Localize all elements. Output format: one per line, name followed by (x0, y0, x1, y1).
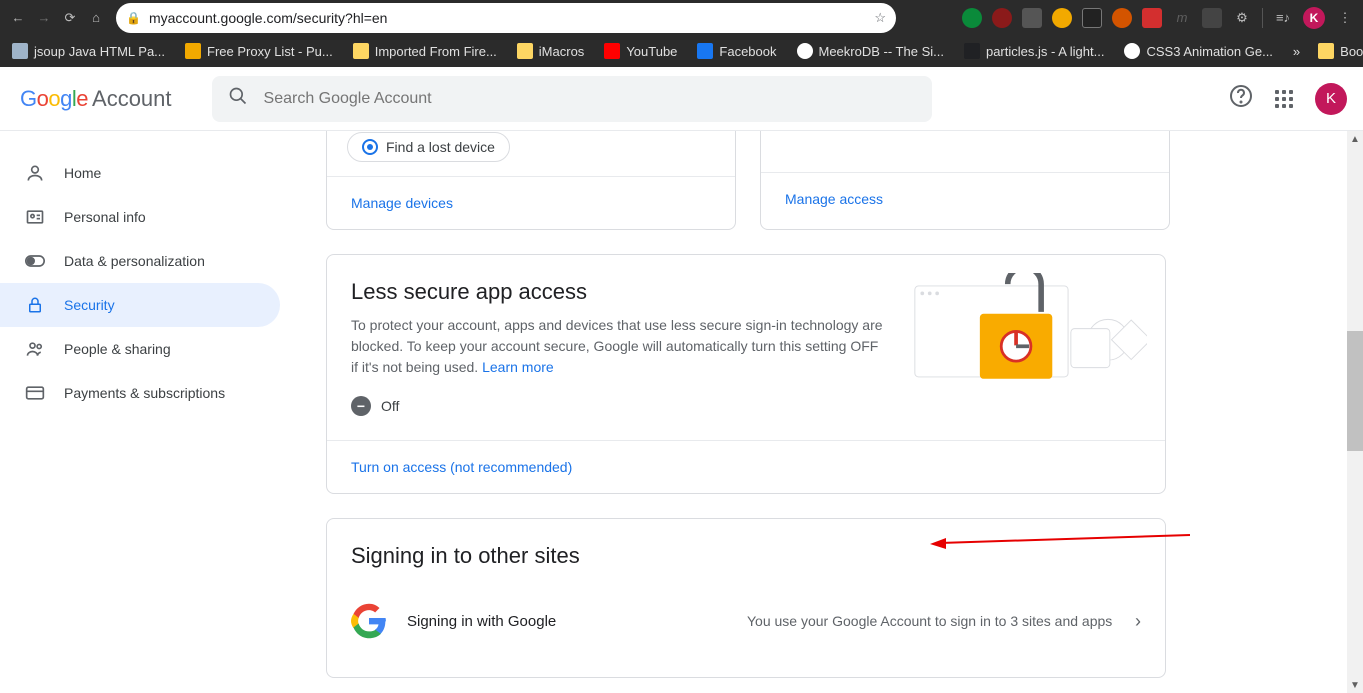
extension-icons: m ⚙ ≡♪ K ⋮ (962, 7, 1355, 29)
ext-icon[interactable] (992, 8, 1012, 28)
sidebar-item-payments[interactable]: Payments & subscriptions (0, 371, 280, 415)
ext-icon[interactable] (1052, 8, 1072, 28)
lsa-title: Less secure app access (351, 279, 885, 305)
ext-icon[interactable] (1022, 8, 1042, 28)
apps-icon[interactable] (1275, 90, 1293, 108)
browser-chrome: ← → ⟳ ⌂ 🔒 myaccount.google.com/security?… (0, 0, 1363, 67)
scrollbar-thumb[interactable] (1347, 331, 1363, 451)
lsa-illustration (887, 273, 1147, 388)
google-wordmark: Google (20, 86, 88, 112)
lock-icon: 🔒 (126, 11, 141, 25)
access-card: Manage access (760, 131, 1170, 230)
address-bar[interactable]: 🔒 myaccount.google.com/security?hl=en ☆ (116, 3, 896, 33)
sidebar-item-label: People & sharing (64, 341, 171, 357)
url-text: myaccount.google.com/security?hl=en (149, 10, 874, 26)
star-icon[interactable]: ☆ (874, 10, 886, 26)
main-content: Find a lost device Manage devices Manage… (280, 131, 1363, 693)
bookmark-item[interactable]: jsoup Java HTML Pa... (12, 43, 165, 59)
sidebar-item-label: Payments & subscriptions (64, 385, 225, 401)
sidebar-item-label: Security (64, 297, 115, 313)
off-icon: − (351, 396, 371, 416)
bookmarks-overflow[interactable]: » (1293, 44, 1300, 59)
search-box[interactable] (212, 76, 932, 122)
people-icon (24, 339, 46, 359)
signin-row-subtitle: You use your Google Account to sign in t… (747, 613, 1115, 629)
search-icon (228, 86, 248, 112)
search-input[interactable] (264, 90, 916, 108)
bookmark-item[interactable]: Imported From Fire... (353, 43, 497, 59)
signin-other-sites-card: Signing in to other sites Signing in wit… (326, 518, 1166, 678)
avatar[interactable]: K (1315, 83, 1347, 115)
profile-button[interactable]: K (1303, 7, 1325, 29)
google-g-icon (351, 603, 387, 639)
card-icon (24, 385, 46, 401)
home-icon[interactable]: ⌂ (86, 8, 106, 28)
playlist-icon[interactable]: ≡♪ (1273, 8, 1293, 28)
bookmark-item[interactable]: Facebook (697, 43, 776, 59)
reload-icon[interactable]: ⟳ (60, 8, 80, 28)
browser-toolbar: ← → ⟳ ⌂ 🔒 myaccount.google.com/security?… (0, 0, 1363, 35)
sidebar: Home Personal info Data & personalizatio… (0, 131, 280, 693)
logo[interactable]: Google Account (20, 86, 172, 112)
separator (1262, 8, 1263, 28)
ext-icon[interactable] (1112, 8, 1132, 28)
target-icon (362, 139, 378, 155)
toggle-icon (24, 254, 46, 268)
help-icon[interactable] (1229, 84, 1253, 114)
scroll-up-icon[interactable]: ▲ (1347, 131, 1363, 147)
sidebar-item-people[interactable]: People & sharing (0, 327, 280, 371)
sidebar-item-personal[interactable]: Personal info (0, 195, 280, 239)
sidebar-item-label: Home (64, 165, 101, 181)
page-header: Google Account K (0, 67, 1363, 131)
ext-icon[interactable] (1202, 8, 1222, 28)
bookmark-item[interactable]: Free Proxy List - Pu... (185, 43, 333, 59)
bookmark-item[interactable]: Bookmark lain (1318, 43, 1363, 59)
ext-icon[interactable]: m (1172, 8, 1192, 28)
ext-icon[interactable] (962, 8, 982, 28)
sidebar-item-data[interactable]: Data & personalization (0, 239, 280, 283)
ext-icon[interactable] (1142, 8, 1162, 28)
signin-with-google-row[interactable]: Signing in with Google You use your Goog… (351, 589, 1141, 653)
learn-more-link[interactable]: Learn more (482, 359, 554, 375)
sidebar-item-security[interactable]: Security (0, 283, 280, 327)
bookmark-item[interactable]: MeekroDB -- The Si... (797, 43, 944, 59)
off-label: Off (381, 398, 399, 414)
menu-icon[interactable]: ⋮ (1335, 8, 1355, 28)
signin-row-label: Signing in with Google (407, 613, 727, 630)
account-label: Account (92, 86, 172, 112)
sidebar-item-label: Personal info (64, 209, 146, 225)
forward-icon[interactable]: → (34, 8, 54, 28)
bookmark-item[interactable]: iMacros (517, 43, 585, 59)
id-card-icon (24, 207, 46, 227)
bookmark-item[interactable]: particles.js - A light... (964, 43, 1105, 59)
bookmark-item[interactable]: YouTube (604, 43, 677, 59)
bookmark-item[interactable]: CSS3 Animation Ge... (1124, 43, 1272, 59)
settings-icon[interactable]: ⚙ (1232, 8, 1252, 28)
manage-access-link[interactable]: Manage access (761, 172, 1169, 225)
scroll-down-icon[interactable]: ▼ (1347, 677, 1363, 693)
signin-title: Signing in to other sites (351, 543, 1141, 569)
manage-devices-link[interactable]: Manage devices (327, 176, 735, 229)
sidebar-item-home[interactable]: Home (0, 151, 280, 195)
person-icon (24, 163, 46, 183)
less-secure-app-card: Less secure app access To protect your a… (326, 254, 1166, 494)
lsa-description: To protect your account, apps and device… (351, 315, 885, 378)
back-icon[interactable]: ← (8, 8, 28, 28)
chevron-right-icon: › (1135, 611, 1141, 632)
devices-card: Find a lost device Manage devices (326, 131, 736, 230)
find-device-pill[interactable]: Find a lost device (347, 132, 510, 162)
ext-icon[interactable] (1082, 8, 1102, 28)
turn-on-access-link[interactable]: Turn on access (not recommended) (327, 440, 1165, 493)
bookmarks-bar: jsoup Java HTML Pa... Free Proxy List - … (0, 35, 1363, 67)
sidebar-item-label: Data & personalization (64, 253, 205, 269)
vertical-scrollbar[interactable]: ▲ ▼ (1347, 131, 1363, 693)
lock-icon (24, 295, 46, 315)
